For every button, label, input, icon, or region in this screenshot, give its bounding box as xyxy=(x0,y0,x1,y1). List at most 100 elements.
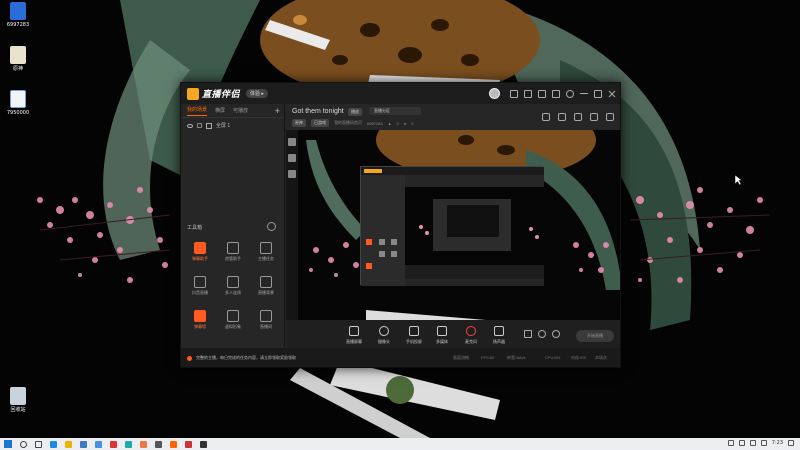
taskbar: 7:23 xyxy=(0,438,800,450)
mail-icon[interactable] xyxy=(80,440,87,448)
tool-admin[interactable]: 房管助手 xyxy=(218,242,248,262)
search-icon[interactable] xyxy=(20,440,27,448)
app-icon[interactable] xyxy=(200,440,207,448)
tool-label: 直播间 xyxy=(260,324,272,329)
stat-cpu: CPU:6% xyxy=(545,355,561,360)
tool-room[interactable]: 直播间 xyxy=(251,310,281,330)
tool-douyin[interactable]: 抖音直播 xyxy=(185,276,215,296)
close-icon[interactable] xyxy=(608,90,616,98)
tool-label: 直播背景 xyxy=(258,290,274,295)
more-icon[interactable] xyxy=(267,222,276,231)
tab-my-scenes[interactable]: 我的场景 xyxy=(187,106,208,116)
tool-label: 虚拟形象 xyxy=(225,324,241,329)
theme-icon[interactable] xyxy=(538,89,546,98)
category-selector[interactable]: 直播分区 xyxy=(369,107,421,115)
chevron-up-icon[interactable] xyxy=(727,440,734,446)
room-link[interactable]: 我的直播间首页 xyxy=(334,120,362,126)
source-label: 扬声器 xyxy=(493,339,505,344)
bell-icon[interactable] xyxy=(590,113,598,121)
settings-icon[interactable] xyxy=(566,89,574,98)
toolbox-title: 工具箱 xyxy=(187,225,203,231)
room-icon xyxy=(260,310,272,322)
screen-share-icon xyxy=(349,326,359,336)
source-label: 摄像头 xyxy=(378,339,390,344)
message-icon[interactable] xyxy=(510,89,518,98)
microphone-button[interactable]: 麦克风 xyxy=(458,326,484,345)
stream-preview[interactable] xyxy=(286,130,620,320)
avatar[interactable] xyxy=(489,88,500,99)
tool-avatar[interactable]: 虚拟形象 xyxy=(218,310,248,330)
phone-cast-icon xyxy=(409,326,419,336)
admin-icon xyxy=(227,242,239,254)
speaker-icon xyxy=(494,326,504,336)
mail-icon[interactable] xyxy=(524,89,532,98)
notification-icon[interactable] xyxy=(788,440,794,446)
files-icon[interactable] xyxy=(65,440,72,448)
app-icon[interactable] xyxy=(185,440,192,448)
notice-icon xyxy=(187,355,192,361)
windows-start-icon[interactable] xyxy=(4,440,12,448)
input-method-icon[interactable] xyxy=(760,440,767,446)
source-label: 手机投屏 xyxy=(406,339,422,344)
gift-icon[interactable] xyxy=(552,89,560,98)
add-scene-icon[interactable]: + xyxy=(275,106,280,116)
phone-cast-button[interactable]: 手机投屏 xyxy=(401,326,427,345)
clock[interactable]: 7:23 xyxy=(772,440,783,446)
recycle-bin-icon xyxy=(10,387,26,405)
network-icon[interactable] xyxy=(738,440,745,446)
fire-icon: ▲ xyxy=(387,120,392,126)
volume-icon[interactable] xyxy=(749,440,756,446)
desktop-icon-document[interactable]: 7950000 xyxy=(0,90,36,117)
lock-icon[interactable] xyxy=(197,123,202,128)
browser-icon[interactable] xyxy=(50,440,57,448)
document-icon xyxy=(10,90,26,108)
share-icon[interactable] xyxy=(606,113,614,121)
game-tag[interactable]: 原神 xyxy=(292,119,306,127)
camera-button[interactable]: 摄像头 xyxy=(371,326,397,345)
start-live-button[interactable]: 开始直播 xyxy=(576,330,614,342)
edit-tag[interactable]: 播放 xyxy=(348,108,362,116)
speaker-button[interactable]: 扬声器 xyxy=(486,326,512,345)
media-icon xyxy=(437,326,447,336)
app-icon[interactable] xyxy=(110,440,117,448)
fullscreen-icon xyxy=(206,122,212,129)
app-icon[interactable] xyxy=(125,440,132,448)
app-icon[interactable] xyxy=(140,440,147,448)
gear-icon[interactable] xyxy=(552,330,560,338)
tool-label: 弹幕墙 xyxy=(194,324,206,329)
lock-icon[interactable] xyxy=(558,113,566,121)
tab-landscape[interactable]: 横屏 xyxy=(215,107,225,114)
tool-task[interactable]: 主播任务 xyxy=(251,242,281,262)
desktop-icon-app[interactable]: 6997283 xyxy=(0,2,36,29)
status-tag[interactable]: 已游戏 xyxy=(311,119,329,127)
app-icon[interactable] xyxy=(170,440,177,448)
stream-title[interactable]: Got them tonight xyxy=(292,108,344,115)
version-badge[interactable]: 体验 ▸ xyxy=(246,89,268,98)
desktop-icon-game[interactable]: 原神 xyxy=(0,46,36,73)
minimize-icon[interactable] xyxy=(580,93,588,94)
scene-item[interactable]: 全屏 1 xyxy=(181,118,284,133)
tool-multi-connect[interactable]: 多人连线 xyxy=(218,276,248,296)
source-label: 多媒体 xyxy=(436,339,448,344)
layout-icon[interactable] xyxy=(574,113,582,121)
tool-danmaku[interactable]: 弹幕助手 xyxy=(185,242,215,262)
notice-banner[interactable]: 完整的主播，每日完成的任务内容，请立即领取奖励领取 xyxy=(187,355,296,361)
tool-background[interactable]: 直播背景 xyxy=(251,276,281,296)
app-icon[interactable] xyxy=(155,440,162,448)
eye-icon[interactable] xyxy=(538,330,546,338)
screen-share-button[interactable]: 直播屏幕 xyxy=(341,326,367,345)
scene-item-label: 全屏 1 xyxy=(216,123,231,129)
livestream-app-window: 直播伴侣 体验 ▸ 我的场景 横屏 可播放 + 全屏 1 工具箱 弹幕助手 房管… xyxy=(180,82,621,368)
record-icon[interactable] xyxy=(524,330,532,338)
taskview-icon[interactable] xyxy=(35,440,42,448)
maximize-icon[interactable] xyxy=(594,89,602,98)
media-button[interactable]: 多媒体 xyxy=(429,326,455,345)
eye-icon[interactable] xyxy=(187,123,193,128)
desktop-icon-recycle-bin[interactable]: 回收站 xyxy=(0,387,36,414)
share-screen-icon[interactable] xyxy=(542,113,550,121)
stream-meta: 原神 已游戏 我的直播间首页 6997283 ▲ 0 ● 0 xyxy=(292,119,413,127)
header-actions xyxy=(542,113,614,121)
store-icon[interactable] xyxy=(95,440,102,448)
tab-playable[interactable]: 可播放 xyxy=(233,107,248,114)
tool-danmaku-wall[interactable]: 弹幕墙 xyxy=(185,310,215,330)
